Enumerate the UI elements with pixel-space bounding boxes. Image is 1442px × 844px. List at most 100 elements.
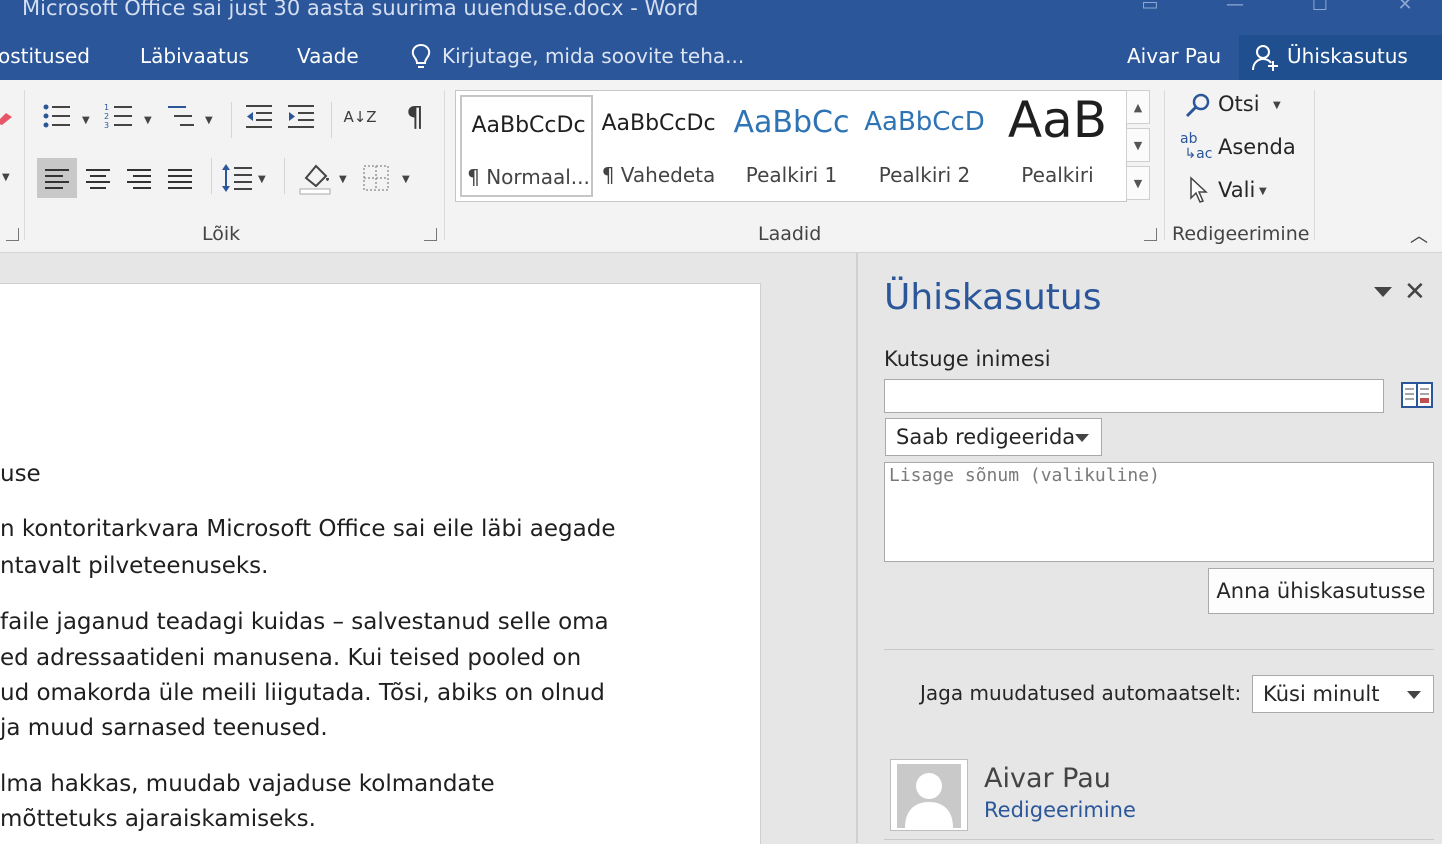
styles-gallery-scroll: ▲ ▼ ▼ bbox=[1126, 90, 1150, 200]
auto-share-dropdown[interactable]: Küsi minult bbox=[1252, 675, 1434, 713]
justify-icon[interactable] bbox=[160, 158, 200, 198]
style-name: Pealkiri 1 bbox=[745, 163, 838, 187]
pane-options-icon[interactable] bbox=[1374, 287, 1392, 297]
align-left-button[interactable] bbox=[37, 158, 77, 198]
replace-button[interactable]: Asenda bbox=[1218, 135, 1296, 159]
select-caret-icon[interactable]: ▼ bbox=[1259, 186, 1267, 197]
document-paragraph: faile jaganud teadagi kuidas – salvestan… bbox=[0, 609, 609, 635]
font-color-caret-icon[interactable]: ▼ bbox=[2, 172, 10, 183]
pane-close-icon[interactable]: ✕ bbox=[1404, 277, 1426, 307]
group-separator bbox=[444, 90, 445, 240]
separator bbox=[331, 102, 332, 138]
shading-icon[interactable] bbox=[298, 160, 332, 196]
close-window-icon[interactable]: ✕ bbox=[1385, 0, 1425, 15]
document-paragraph: ja muud sarnased teenused. bbox=[0, 715, 328, 741]
tab-review[interactable]: Läbivaatus bbox=[140, 44, 249, 68]
styles-gallery: AaBbCcDc ¶ Normaal... AaBbCcDc ¶ Vahedet… bbox=[455, 90, 1127, 202]
permission-dropdown[interactable]: Saab redigeerida bbox=[885, 418, 1102, 456]
chevron-down-icon bbox=[1075, 434, 1089, 442]
styles-group-label: Laadid bbox=[758, 223, 822, 245]
style-sample: AaB bbox=[1007, 91, 1108, 149]
document-paragraph: ntavalt pilveteenuseks. bbox=[0, 553, 269, 579]
bullets-caret-icon[interactable]: ▼ bbox=[82, 115, 90, 126]
editing-group-label: Redigeerimine bbox=[1172, 223, 1310, 245]
chevron-down-icon bbox=[1407, 691, 1421, 699]
find-caret-icon[interactable]: ▼ bbox=[1273, 100, 1281, 111]
borders-caret-icon[interactable]: ▼ bbox=[402, 174, 410, 185]
style-name: Pealkiri bbox=[1021, 163, 1094, 187]
style-no-spacing[interactable]: AaBbCcDc ¶ Vahedeta bbox=[592, 91, 725, 201]
replace-icon[interactable]: ab ↳ac bbox=[1180, 132, 1216, 164]
divider bbox=[884, 649, 1434, 650]
tell-me-search[interactable]: Kirjutage, mida soovite teha... bbox=[442, 44, 744, 68]
sort-icon[interactable]: A↓Z bbox=[340, 102, 380, 132]
share-button[interactable]: Ühiskasutus bbox=[1239, 35, 1442, 80]
ribbon-tabs: ostitused Läbivaatus Vaade Kirjutage, mi… bbox=[0, 32, 1442, 80]
line-spacing-icon[interactable] bbox=[220, 160, 254, 196]
group-separator bbox=[24, 90, 25, 240]
invite-people-input[interactable] bbox=[884, 379, 1384, 413]
ribbon: ▼ ▼ 123 ▼ ▼ A↓Z ¶ ▼ ▼ ▼ Lõik AaBbCcDc ¶ … bbox=[0, 80, 1442, 253]
font-dialog-launcher-icon[interactable] bbox=[6, 228, 19, 241]
show-formatting-marks-icon[interactable]: ¶ bbox=[398, 102, 432, 132]
borders-icon[interactable] bbox=[362, 164, 390, 192]
minimize-icon[interactable]: — bbox=[1215, 0, 1255, 15]
separator bbox=[231, 102, 232, 138]
title-bar: Microsoft Office sai just 30 aasta suuri… bbox=[0, 0, 1442, 32]
shading-caret-icon[interactable]: ▼ bbox=[339, 174, 347, 185]
paragraph-dialog-launcher-icon[interactable] bbox=[424, 228, 437, 241]
tab-view[interactable]: Vaade bbox=[297, 44, 359, 68]
select-cursor-icon[interactable] bbox=[1188, 176, 1210, 204]
find-icon[interactable] bbox=[1184, 92, 1212, 120]
maximize-icon[interactable]: ☐ bbox=[1300, 0, 1340, 15]
gallery-scroll-up-icon[interactable]: ▲ bbox=[1126, 90, 1150, 124]
numbering-caret-icon[interactable]: ▼ bbox=[144, 115, 152, 126]
line-spacing-caret-icon[interactable]: ▼ bbox=[258, 174, 266, 185]
align-center-icon[interactable] bbox=[78, 158, 118, 198]
document-paragraph: n kontoritarkvara Microsoft Office sai e… bbox=[0, 516, 616, 542]
style-name: ¶ Vahedeta bbox=[601, 163, 716, 187]
address-book-icon[interactable] bbox=[1400, 380, 1434, 410]
message-textarea[interactable]: Lisage sõnum (valikuline) bbox=[884, 462, 1434, 562]
style-title[interactable]: AaB Pealkiri bbox=[991, 91, 1124, 201]
style-heading-1[interactable]: AaBbCc Pealkiri 1 bbox=[725, 91, 858, 201]
style-heading-2[interactable]: AaBbCcD Pealkiri 2 bbox=[858, 91, 991, 201]
avatar bbox=[890, 759, 968, 831]
bullets-icon[interactable] bbox=[40, 102, 74, 139]
svg-text:2: 2 bbox=[104, 112, 109, 121]
style-sample: AaBbCcD bbox=[864, 107, 985, 137]
collapse-ribbon-icon[interactable]: ︿ bbox=[1410, 222, 1428, 248]
document-page[interactable]: use n kontoritarkvara Microsoft Office s… bbox=[0, 283, 761, 844]
style-name: Pealkiri 2 bbox=[878, 163, 971, 187]
separator bbox=[211, 158, 212, 194]
style-normal[interactable]: AaBbCcDc ¶ Normaal... bbox=[460, 95, 593, 197]
style-name: ¶ Normaal... bbox=[467, 165, 590, 189]
document-paragraph: lma hakkas, muudab vajaduse kolmandate bbox=[0, 771, 495, 797]
multilevel-list-icon[interactable] bbox=[164, 102, 198, 139]
ribbon-display-options-icon[interactable]: ▭ bbox=[1130, 0, 1170, 15]
gallery-more-icon[interactable]: ▼ bbox=[1126, 166, 1150, 200]
find-button[interactable]: Otsi bbox=[1218, 92, 1260, 116]
share-person-icon bbox=[1251, 43, 1279, 73]
svg-text:3: 3 bbox=[104, 121, 109, 130]
increase-indent-icon[interactable] bbox=[284, 102, 318, 139]
select-button[interactable]: Vali bbox=[1218, 178, 1255, 202]
tab-mailings[interactable]: ostitused bbox=[0, 44, 90, 68]
invite-label: Kutsuge inimesi bbox=[884, 347, 1051, 371]
person-role-link[interactable]: Redigeerimine bbox=[984, 798, 1136, 822]
paragraph-group-label: Lõik bbox=[202, 223, 241, 245]
highlighter-icon[interactable] bbox=[0, 110, 14, 125]
align-right-icon[interactable] bbox=[119, 158, 159, 198]
share-submit-button[interactable]: Anna ühiskasutusse bbox=[1208, 568, 1434, 614]
person-name: Aivar Pau bbox=[984, 763, 1111, 794]
auto-share-value: Küsi minult bbox=[1263, 682, 1380, 706]
user-name[interactable]: Aivar Pau bbox=[1127, 44, 1221, 68]
decrease-indent-icon[interactable] bbox=[242, 102, 276, 139]
numbering-icon[interactable]: 123 bbox=[102, 102, 136, 139]
style-sample: AaBbCc bbox=[733, 105, 850, 140]
styles-dialog-launcher-icon[interactable] bbox=[1144, 228, 1157, 241]
gallery-scroll-down-icon[interactable]: ▼ bbox=[1126, 128, 1150, 162]
separator bbox=[284, 158, 285, 194]
divider bbox=[884, 839, 1434, 840]
multilevel-caret-icon[interactable]: ▼ bbox=[205, 115, 213, 126]
